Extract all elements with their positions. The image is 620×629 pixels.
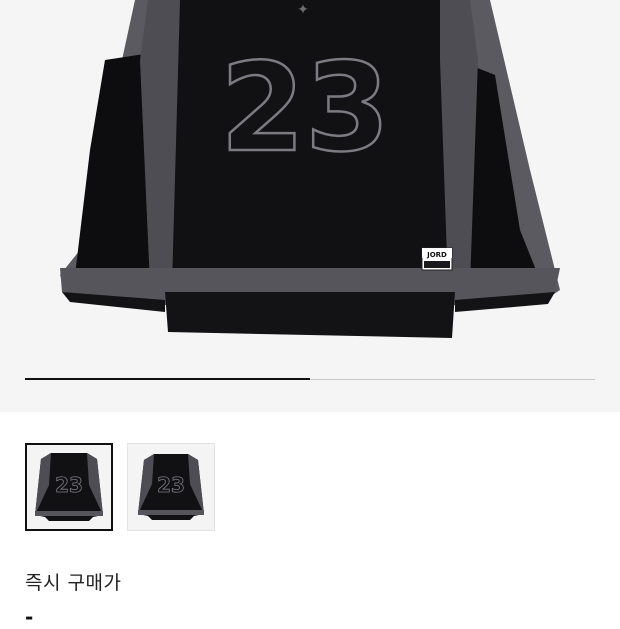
jersey-image: ✦ 23 JORD [60,0,560,338]
gallery-progress-bar [25,378,595,380]
thumbnail-2[interactable]: 23 [127,443,215,531]
product-image-viewer[interactable]: ✦ 23 JORD [0,0,620,412]
svg-text:23: 23 [157,473,185,497]
jersey-tag: JORD [426,251,447,259]
jersey-thumbnail-image: 23 [35,453,103,521]
instant-buy-price-label: 즉시 구매가 [25,572,122,594]
thumbnail-1[interactable]: 23 [25,443,113,531]
gallery-progress-fill [25,378,310,380]
instant-buy-price-value: - [25,605,34,629]
jersey-thumbnail-image-2: 23 [138,454,204,520]
thumbnail-list: 23 23 [25,443,215,533]
svg-text:23: 23 [55,473,83,497]
jersey-number: 23 [220,37,390,179]
jumpman-logo-icon: ✦ [297,2,309,18]
